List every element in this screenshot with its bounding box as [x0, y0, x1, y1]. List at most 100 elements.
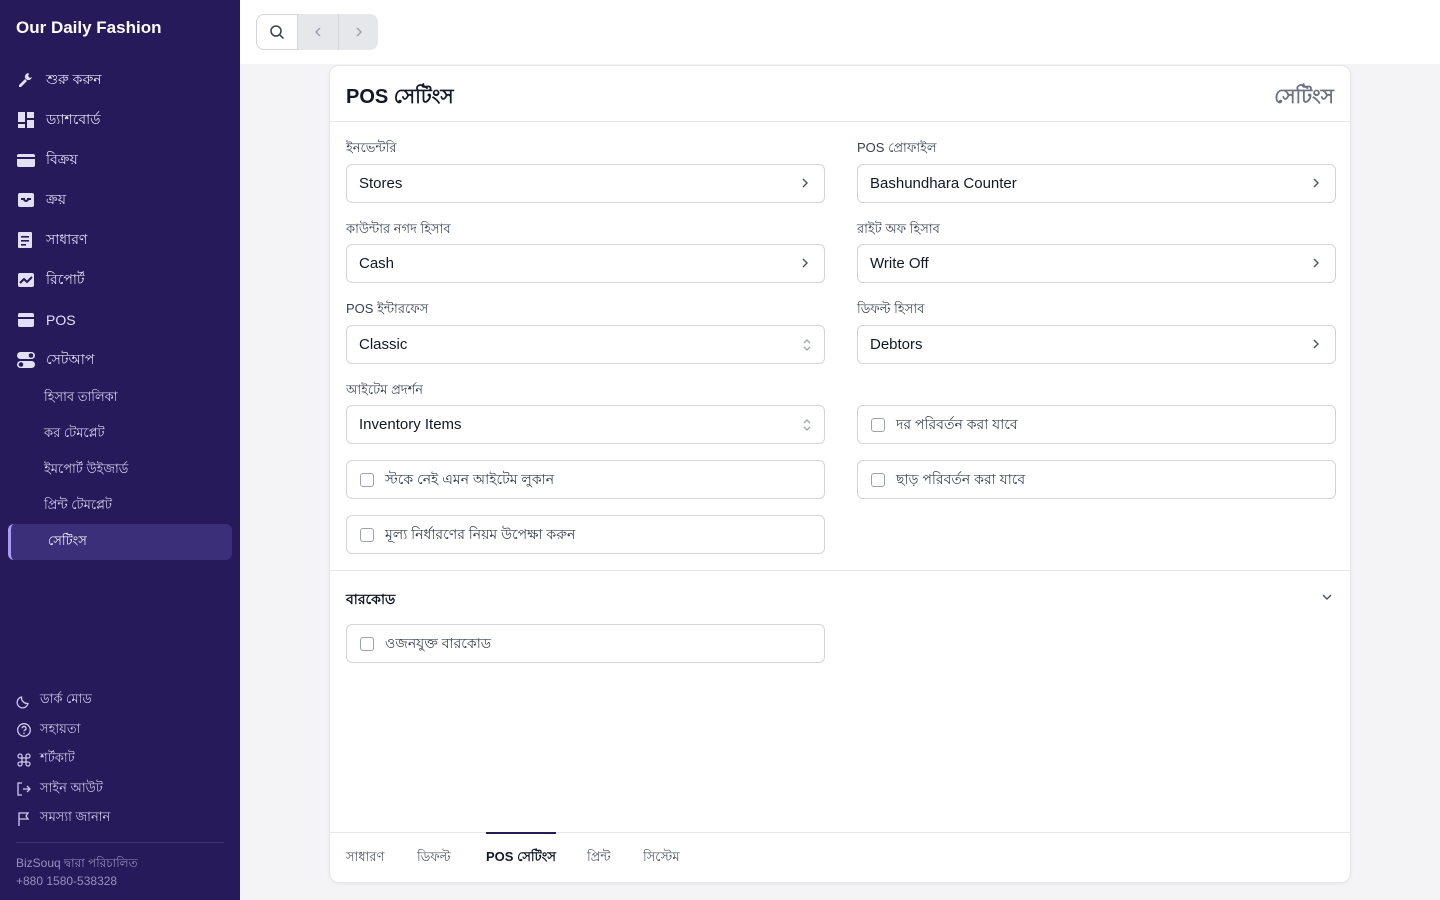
sidebar-item-pos[interactable]: POS [0, 300, 240, 340]
brand-name[interactable]: Our Daily Fashion [16, 18, 161, 38]
dark-mode-link[interactable]: ডার্ক মোড [16, 686, 110, 716]
contact-phone: +880 1580-538328 [16, 874, 118, 888]
sidebar-item-reports[interactable]: রিপোর্ট [0, 260, 240, 300]
chevron-up-down-icon [803, 419, 811, 431]
weighted-barcode-label: ওজনযুক্ত বারকোড [385, 634, 492, 651]
help-label: সহায়তা [40, 720, 81, 736]
item-display-select[interactable]: Inventory Items [346, 405, 825, 444]
tab-system[interactable]: সিস্টেম [643, 833, 680, 883]
pos-profile-value: Bashundhara Counter [870, 175, 1017, 192]
sidebar-nav: শুরু করুন ড্যাশবোর্ড বিক্রয় ক্রয় সাধার… [0, 60, 240, 560]
sidebar-item-dashboard[interactable]: ড্যাশবোর্ড [0, 100, 240, 140]
chevron-up-down-icon [803, 339, 811, 351]
default-account-value: Debtors [870, 336, 923, 353]
checkbox[interactable] [871, 417, 885, 432]
tab-print[interactable]: প্রিন্ট [587, 833, 611, 883]
write-off-label: রাইট অফ হিসাব [857, 221, 940, 236]
sidebar-item-label: শুরু করুন [46, 71, 102, 87]
settings-card: POS সেটিংস সেটিংস ইনভেন্টরি Stores কাউন্… [329, 65, 1351, 883]
counter-cash-field[interactable]: Cash [346, 244, 825, 283]
settings-tabs: সাধারণ ডিফল্ট POS সেটিংস প্রিন্ট সিস্টেম [330, 832, 1350, 884]
forward-button[interactable] [338, 14, 378, 50]
item-display-label: আইটেম প্রদর্শন [346, 382, 424, 397]
discount-change-label: ছাড় পরিবর্তন করা যাবে [896, 470, 1026, 487]
hide-out-of-stock-checkbox[interactable]: স্টকে নেই এমন আইটেম লুকান [346, 460, 825, 499]
back-button[interactable] [298, 14, 338, 50]
dashboard-icon [16, 110, 36, 130]
page-title: POS সেটিংস [346, 86, 454, 108]
inventory-label: ইনভেন্টরি [346, 140, 397, 155]
chevron-right-icon [802, 178, 808, 188]
pos-interface-select[interactable]: Classic [346, 325, 825, 364]
sidebar-footer: BizSouq দ্বারা পরিচালিত +880 1580-538328 [16, 854, 138, 890]
sidebar-item-get-started[interactable]: শুরু করুন [0, 60, 240, 100]
subnav-item-import-wizard[interactable]: ইমপোর্ট উইজার্ড [0, 452, 240, 488]
moon-icon [16, 693, 32, 709]
counter-cash-label: কাউন্টার নগদ হিসাব [346, 221, 451, 236]
weighted-barcode-checkbox[interactable]: ওজনযুক্ত বারকোড [346, 624, 825, 663]
rate-change-checkbox[interactable]: দর পরিবর্তন করা যাবে [857, 405, 1336, 444]
card-header: POS সেটিংস সেটিংস [330, 66, 1350, 122]
pos-interface-value: Classic [359, 336, 408, 353]
topbar [240, 0, 1440, 64]
sign-out-link[interactable]: সাইন আউট [16, 775, 110, 805]
pos-profile-label: POS প্রোফাইল [857, 140, 937, 155]
flag-icon [16, 811, 32, 827]
section-divider [330, 570, 1350, 571]
pos-icon [16, 310, 36, 330]
sidebar-item-setup[interactable]: সেটআপ [0, 340, 240, 380]
sidebar-item-label: সাধারণ [46, 231, 88, 247]
search-icon [270, 25, 285, 40]
card-icon [16, 150, 36, 170]
subnav-item-settings[interactable]: সেটিংস [8, 524, 232, 560]
journal-icon [16, 230, 36, 250]
barcode-section-title[interactable]: বারকোড [346, 588, 395, 612]
ignore-pricing-rule-checkbox[interactable]: মূল্য নির্ধারণের নিয়ম উপেক্ষা করুন [346, 515, 825, 554]
sidebar-item-purchase[interactable]: ক্রয় [0, 180, 240, 220]
checkbox[interactable] [360, 636, 374, 651]
sidebar-item-label: POS [46, 312, 76, 328]
report-issue-label: সমস্যা জানান [40, 809, 111, 825]
subnav-item-tax-templates[interactable]: কর টেমপ্লেট [0, 416, 240, 452]
chevron-right-icon [355, 27, 362, 37]
inventory-value: Stores [359, 175, 403, 192]
tab-general[interactable]: সাধারণ [346, 833, 384, 883]
tools-icon [16, 70, 36, 90]
sidebar-item-label: ড্যাশবোর্ড [46, 111, 101, 127]
checkbox[interactable] [360, 527, 374, 542]
subnav-item-print-templates[interactable]: প্রিন্ট টেমপ্লেট [0, 488, 240, 524]
sidebar-item-general[interactable]: সাধারণ [0, 220, 240, 260]
inventory-field[interactable]: Stores [346, 164, 825, 203]
chevron-right-icon [1313, 178, 1319, 188]
tab-defaults[interactable]: ডিফল্ট [417, 833, 451, 883]
write-off-value: Write Off [870, 255, 929, 272]
chevron-right-icon [1313, 258, 1319, 268]
discount-change-checkbox[interactable]: ছাড় পরিবর্তন করা যাবে [857, 460, 1336, 499]
page-section-title: সেটিংস [1274, 86, 1334, 108]
chevron-down-icon[interactable] [1320, 590, 1334, 604]
inbox-icon [16, 190, 36, 210]
pos-profile-field[interactable]: Bashundhara Counter [857, 164, 1336, 203]
help-icon [16, 722, 32, 738]
rate-change-label: দর পরিবর্তন করা যাবে [896, 415, 1018, 432]
sidebar-item-label: ক্রয় [46, 191, 66, 207]
report-issue-link[interactable]: সমস্যা জানান [16, 804, 110, 834]
tab-pos-settings[interactable]: POS সেটিংস [486, 832, 556, 882]
checkbox[interactable] [871, 472, 885, 487]
hide-out-of-stock-label: স্টকে নেই এমন আইটেম লুকান [385, 470, 555, 487]
help-link[interactable]: সহায়তা [16, 716, 110, 746]
ignore-pricing-rule-label: মূল্য নির্ধারণের নিয়ম উপেক্ষা করুন [385, 525, 576, 542]
chart-icon [16, 270, 36, 290]
checkbox[interactable] [360, 472, 374, 487]
shortcuts-label: শর্টকাট [40, 750, 75, 766]
setup-subnav: হিসাব তালিকা কর টেমপ্লেট ইমপোর্ট উইজার্ড… [0, 380, 240, 560]
chevron-right-icon [1313, 339, 1319, 349]
subnav-item-chart-of-accounts[interactable]: হিসাব তালিকা [0, 380, 240, 416]
search-button[interactable] [256, 14, 298, 50]
write-off-field[interactable]: Write Off [857, 244, 1336, 283]
sidebar-item-sales[interactable]: বিক্রয় [0, 140, 240, 180]
default-account-field[interactable]: Debtors [857, 325, 1336, 364]
toggle-icon [16, 350, 36, 370]
sidebar-bottom-links: ডার্ক মোড সহায়তা শর্টকাট সাইন আউট সমস্য… [16, 686, 110, 834]
shortcuts-link[interactable]: শর্টকাট [16, 745, 110, 775]
